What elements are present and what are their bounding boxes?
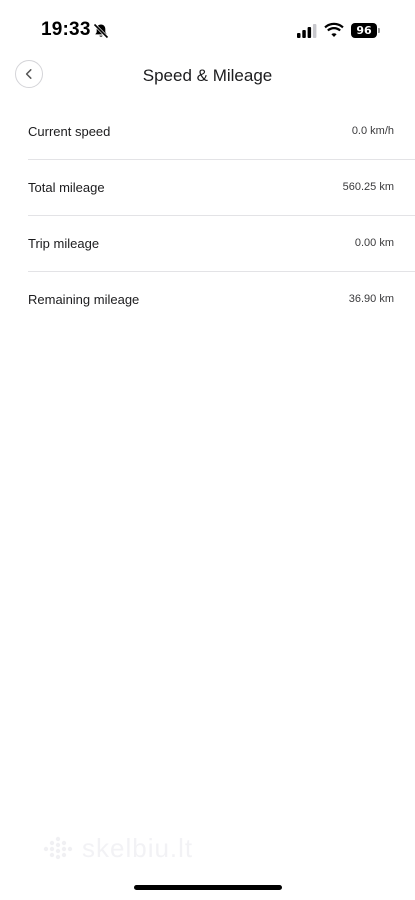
status-bar: 19:33 96 bbox=[0, 0, 415, 58]
page-title: Speed & Mileage bbox=[142, 66, 273, 85]
row-trip-mileage: Trip mileage 0.00 km bbox=[28, 216, 415, 272]
row-value: 0.00 km bbox=[354, 237, 394, 249]
status-time: 19:33 bbox=[41, 19, 91, 40]
row-label: Trip mileage bbox=[28, 236, 100, 251]
battery-tip bbox=[378, 28, 380, 33]
row-label: Current speed bbox=[28, 124, 111, 139]
row-label: Total mileage bbox=[28, 180, 105, 195]
cellular-signal-icon bbox=[297, 24, 317, 38]
battery-icon: 96 bbox=[351, 23, 377, 38]
bell-slash-icon bbox=[93, 23, 109, 39]
row-value: 560.25 km bbox=[342, 181, 394, 193]
row-total-mileage: Total mileage 560.25 km bbox=[28, 160, 415, 216]
watermark-logo-icon bbox=[43, 836, 73, 859]
watermark-text: skelbiu.lt bbox=[82, 833, 194, 863]
home-indicator[interactable] bbox=[134, 885, 282, 890]
header: Speed & Mileage bbox=[0, 58, 415, 98]
mileage-list: Current speed 0.0 km/h Total mileage 560… bbox=[0, 104, 415, 327]
row-label: Remaining mileage bbox=[28, 292, 140, 307]
battery-level: 96 bbox=[356, 24, 372, 37]
row-remaining-mileage: Remaining mileage 36.90 km bbox=[28, 272, 415, 327]
watermark: skelbiu.lt bbox=[42, 833, 193, 864]
row-current-speed: Current speed 0.0 km/h bbox=[28, 104, 415, 160]
row-value: 0.0 km/h bbox=[351, 125, 394, 137]
row-value: 36.90 km bbox=[348, 293, 394, 305]
wifi-icon bbox=[324, 22, 344, 37]
